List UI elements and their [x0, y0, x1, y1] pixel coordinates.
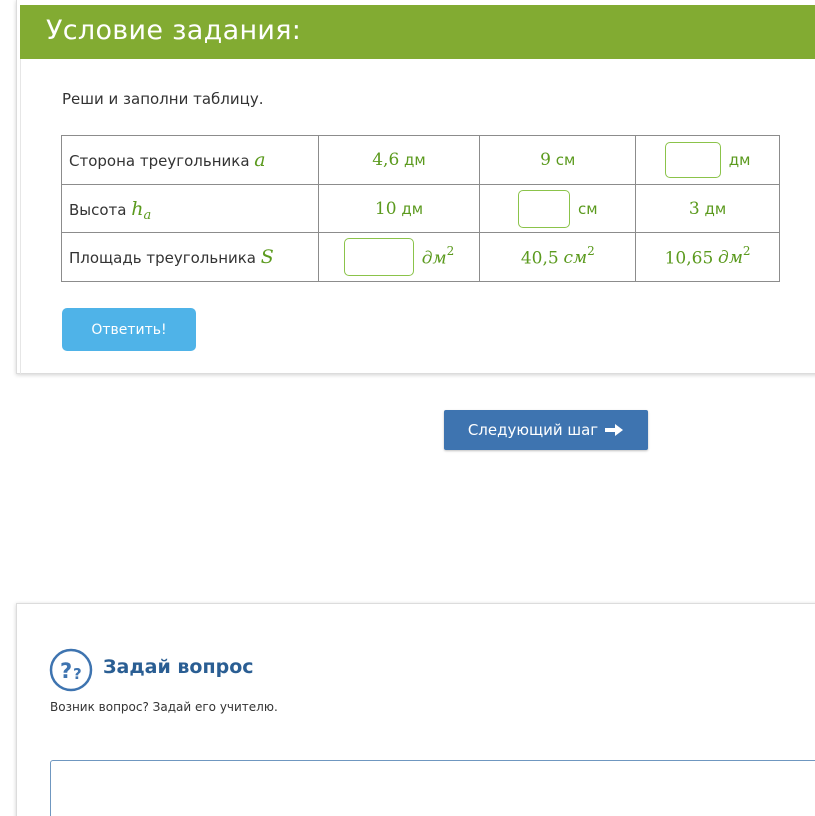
answer-input-height[interactable]: [517, 189, 570, 228]
table-cell: 10 дм: [317, 184, 481, 233]
next-step-label: Следующий шаг: [467, 421, 599, 439]
next-step-button[interactable]: Следующий шаг: [444, 410, 648, 450]
answer-input-side[interactable]: [664, 142, 721, 178]
task-title: Условие задания:: [46, 15, 302, 46]
table-row: Высота ha 10 дм см 3 дм: [61, 184, 780, 233]
variable-a: a: [254, 149, 266, 171]
svg-text:?: ?: [73, 665, 82, 683]
row-label: Высота ha: [61, 184, 319, 233]
row-label: Сторона треугольника a: [61, 135, 319, 185]
svg-text:?: ?: [60, 659, 72, 683]
task-table: Сторона треугольника a 4,6 дм 9 см дм Вы…: [61, 135, 780, 282]
table-cell: 3 дм: [635, 184, 780, 233]
table-cell: см: [479, 184, 637, 233]
variable-h: ha: [131, 197, 152, 223]
variable-s: S: [260, 246, 274, 268]
row-label: Площадь треугольника S: [61, 232, 319, 282]
table-cell: 9 см: [479, 135, 637, 185]
arrow-right-icon: [605, 424, 624, 436]
question-subtitle: Возник вопрос? Задай его учителю.: [50, 700, 278, 714]
question-title: Задай вопрос: [103, 656, 254, 678]
table-row: Площадь треугольника S дм2 40,5 см2 10,6…: [61, 232, 780, 282]
table-row: Сторона треугольника a 4,6 дм 9 см дм: [61, 135, 780, 185]
table-cell: 40,5 см2: [479, 232, 637, 282]
question-icon: ? ?: [49, 648, 93, 692]
task-instruction: Реши и заполни таблицу.: [62, 90, 264, 108]
table-cell: дм: [635, 135, 780, 185]
task-header: Условие задания:: [20, 5, 815, 59]
table-cell: дм2: [317, 232, 481, 282]
table-cell: 10,65 дм2: [635, 232, 780, 282]
divider: [20, 59, 21, 374]
table-cell: 4,6 дм: [317, 135, 481, 185]
answer-button[interactable]: Ответить!: [62, 308, 196, 351]
answer-input-area[interactable]: [343, 238, 414, 276]
question-textarea[interactable]: [50, 760, 815, 816]
